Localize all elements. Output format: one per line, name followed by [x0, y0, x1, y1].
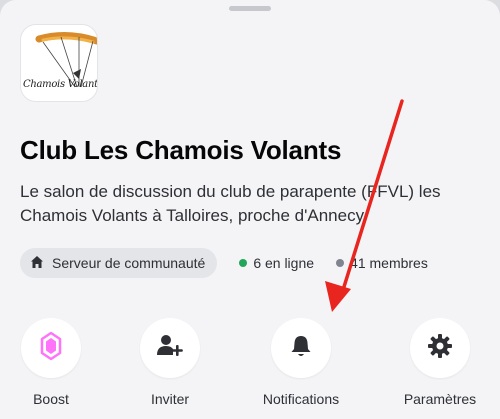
members-label: 41 membres [350, 255, 428, 271]
online-count: 6 en ligne [239, 255, 314, 271]
notifications-circle[interactable] [271, 318, 331, 378]
community-label: Serveur de communauté [52, 255, 206, 271]
members-dot [336, 259, 345, 267]
settings-circle[interactable] [410, 318, 470, 378]
server-info-sheet: Chamois Volants Club Les Chamois Volants… [0, 0, 500, 419]
add-user-icon [156, 333, 184, 364]
server-description: Le salon de discussion du club de parape… [20, 182, 441, 225]
invite-button[interactable]: Inviter [110, 318, 230, 407]
community-badge[interactable]: Serveur de communauté [20, 248, 218, 278]
action-bar: Boost Inviter Notifications Paramètres [0, 318, 500, 419]
settings-button[interactable]: Paramètres [380, 318, 500, 407]
online-dot [239, 259, 248, 267]
drag-handle[interactable] [229, 6, 271, 11]
notifications-button[interactable]: Notifications [241, 318, 361, 407]
member-count: 41 membres [336, 255, 428, 271]
invite-label: Inviter [150, 391, 190, 407]
server-meta-row: Serveur de communauté 6 en ligne 41 memb… [20, 248, 428, 278]
bell-icon [290, 334, 312, 363]
paraglider-logo-icon [35, 32, 97, 88]
boost-circle[interactable] [21, 318, 81, 378]
logo-text: Chamois Volants [23, 79, 98, 90]
boost-label: Boost [33, 391, 69, 407]
server-name: Club Les Chamois Volants [20, 135, 342, 165]
boost-button[interactable]: Boost [0, 318, 111, 407]
online-label: 6 en ligne [253, 255, 315, 271]
invite-circle[interactable] [140, 318, 200, 378]
home-icon [30, 255, 44, 272]
gear-icon [427, 333, 453, 364]
settings-label: Paramètres [403, 391, 477, 407]
boost-gem-icon [40, 331, 62, 366]
notifications-label: Notifications [262, 391, 340, 407]
server-icon: Chamois Volants [20, 24, 98, 102]
